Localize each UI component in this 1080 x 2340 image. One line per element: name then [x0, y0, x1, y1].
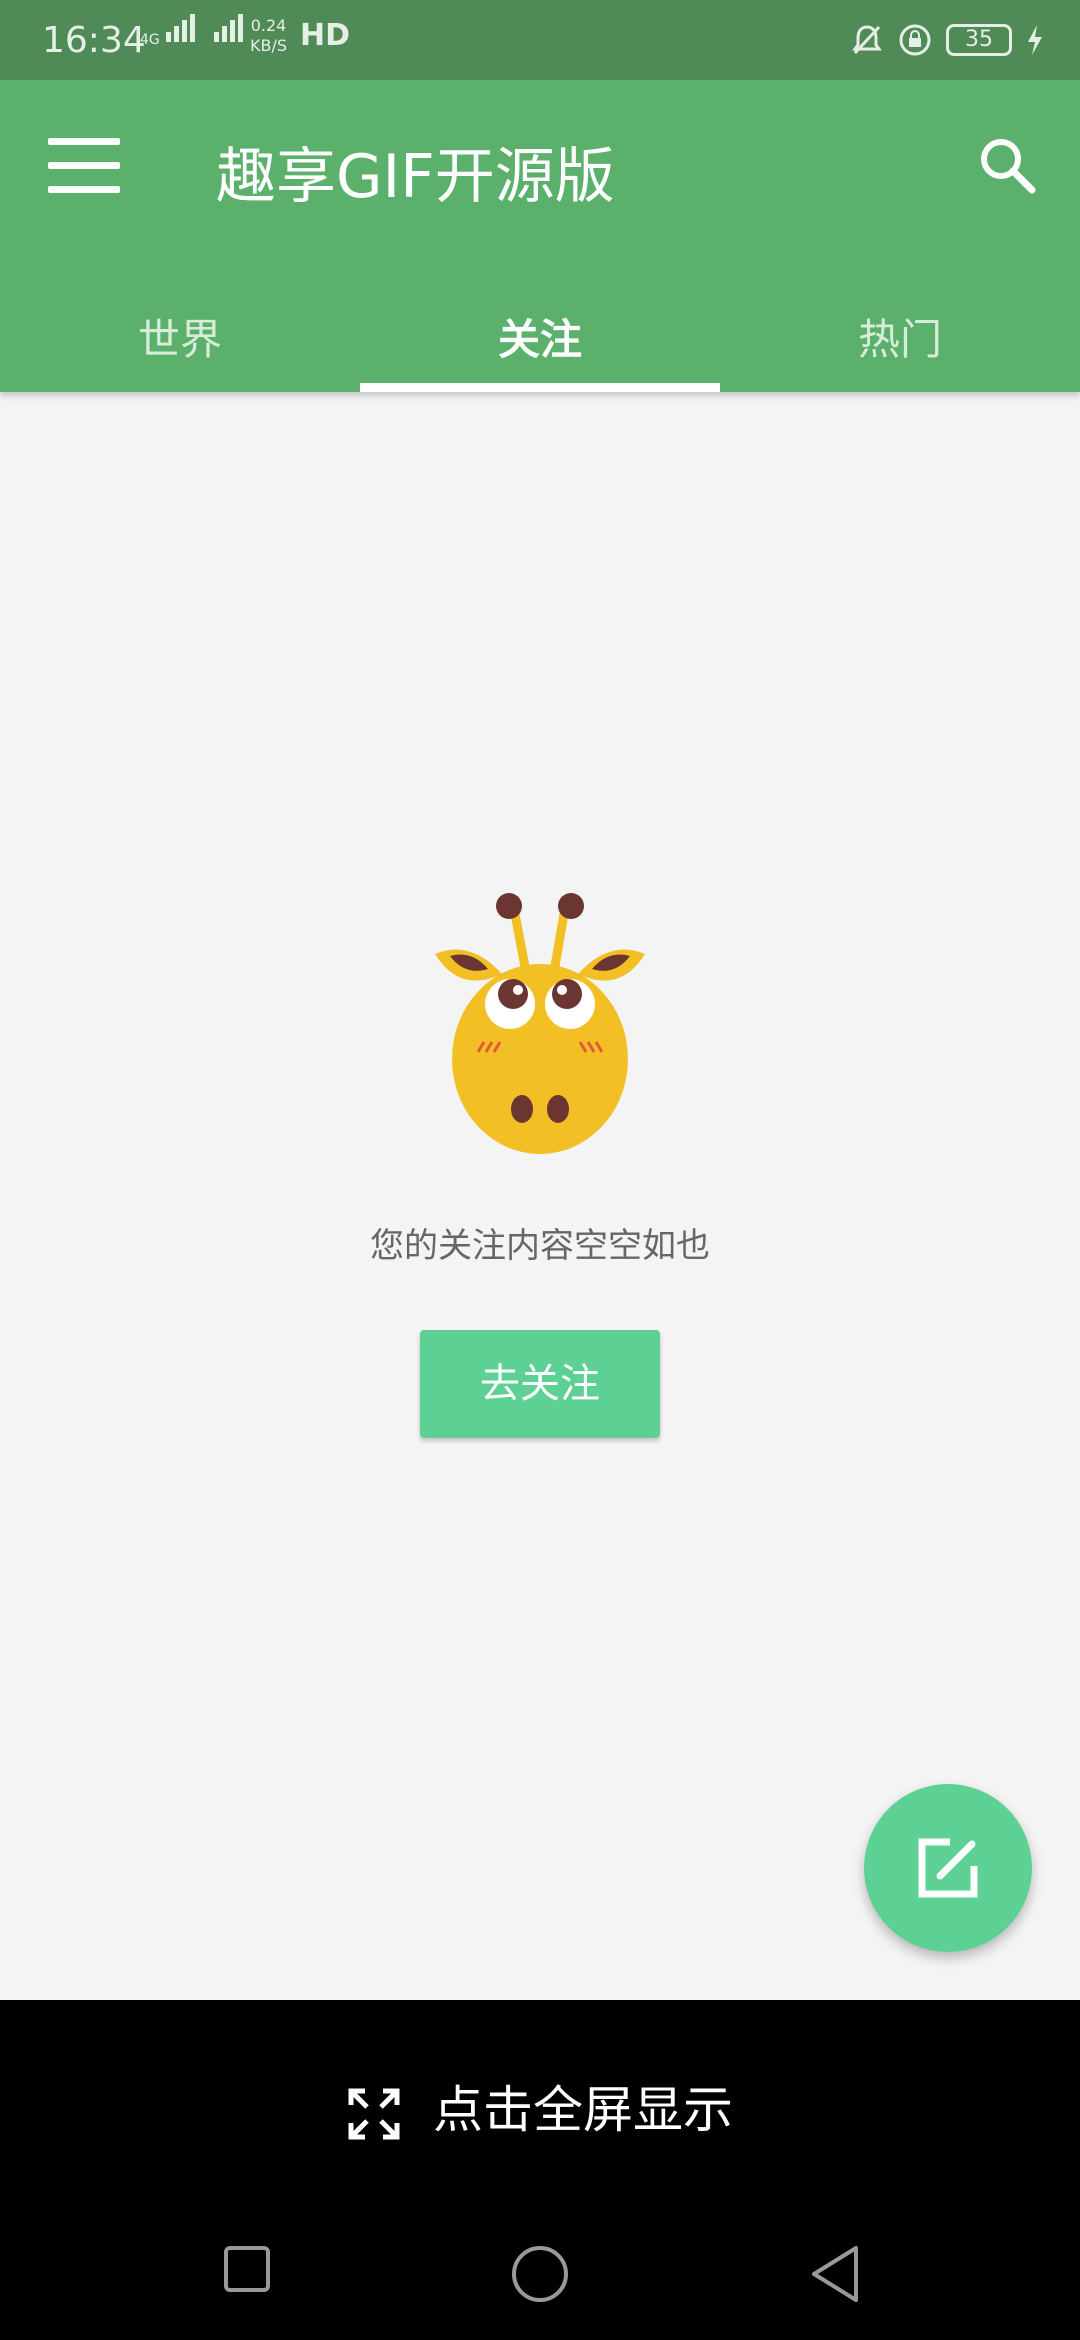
- go-follow-button[interactable]: 去关注: [420, 1330, 660, 1438]
- menu-icon[interactable]: [48, 138, 120, 194]
- search-icon[interactable]: [976, 134, 1040, 198]
- hd-indicator: HD: [300, 18, 351, 53]
- tab-world[interactable]: 世界: [0, 280, 360, 392]
- network-indicator: 4G: [140, 14, 254, 47]
- tab-hot[interactable]: 热门: [720, 280, 1080, 392]
- speed-value: 0.24: [250, 16, 287, 35]
- giraffe-mascot: [435, 893, 645, 1154]
- bottom-banner: 点击全屏显示: [0, 2000, 1080, 2340]
- tab-following[interactable]: 关注: [360, 280, 720, 392]
- app-title: 趣享GIF开源版: [216, 142, 615, 212]
- status-time: 16:34: [42, 20, 146, 61]
- app-bar: 趣享GIF开源版 世界 关注 热门: [0, 80, 1080, 392]
- recents-icon[interactable]: [222, 2244, 272, 2294]
- speed-unit: KB/S: [250, 36, 288, 55]
- compose-button[interactable]: [864, 1784, 1032, 1952]
- fullscreen-label: 点击全屏显示: [432, 2081, 733, 2139]
- expand-icon: [348, 2088, 400, 2139]
- empty-message: 您的关注内容空空如也: [370, 1226, 710, 1266]
- fullscreen-button[interactable]: 点击全屏显示: [0, 2070, 1080, 2142]
- back-icon[interactable]: [808, 2244, 862, 2304]
- signal-icon: [166, 14, 244, 42]
- battery-indicator: 35: [946, 24, 1012, 56]
- home-icon[interactable]: [510, 2244, 570, 2304]
- tab-bar: 世界 关注 热门: [0, 280, 1080, 392]
- status-icons: 35: [850, 20, 1044, 60]
- bell-off-icon: [852, 25, 882, 55]
- network-label: 4G: [140, 32, 160, 48]
- status-bar: 16:34 4G 0.24 KB/S HD 35: [0, 0, 1080, 80]
- rotation-lock-icon: [899, 24, 931, 56]
- system-nav-bar: [0, 2220, 1080, 2330]
- edit-icon: [918, 1838, 978, 1898]
- network-speed: 0.24 KB/S: [250, 16, 287, 56]
- charging-icon: [1028, 25, 1042, 55]
